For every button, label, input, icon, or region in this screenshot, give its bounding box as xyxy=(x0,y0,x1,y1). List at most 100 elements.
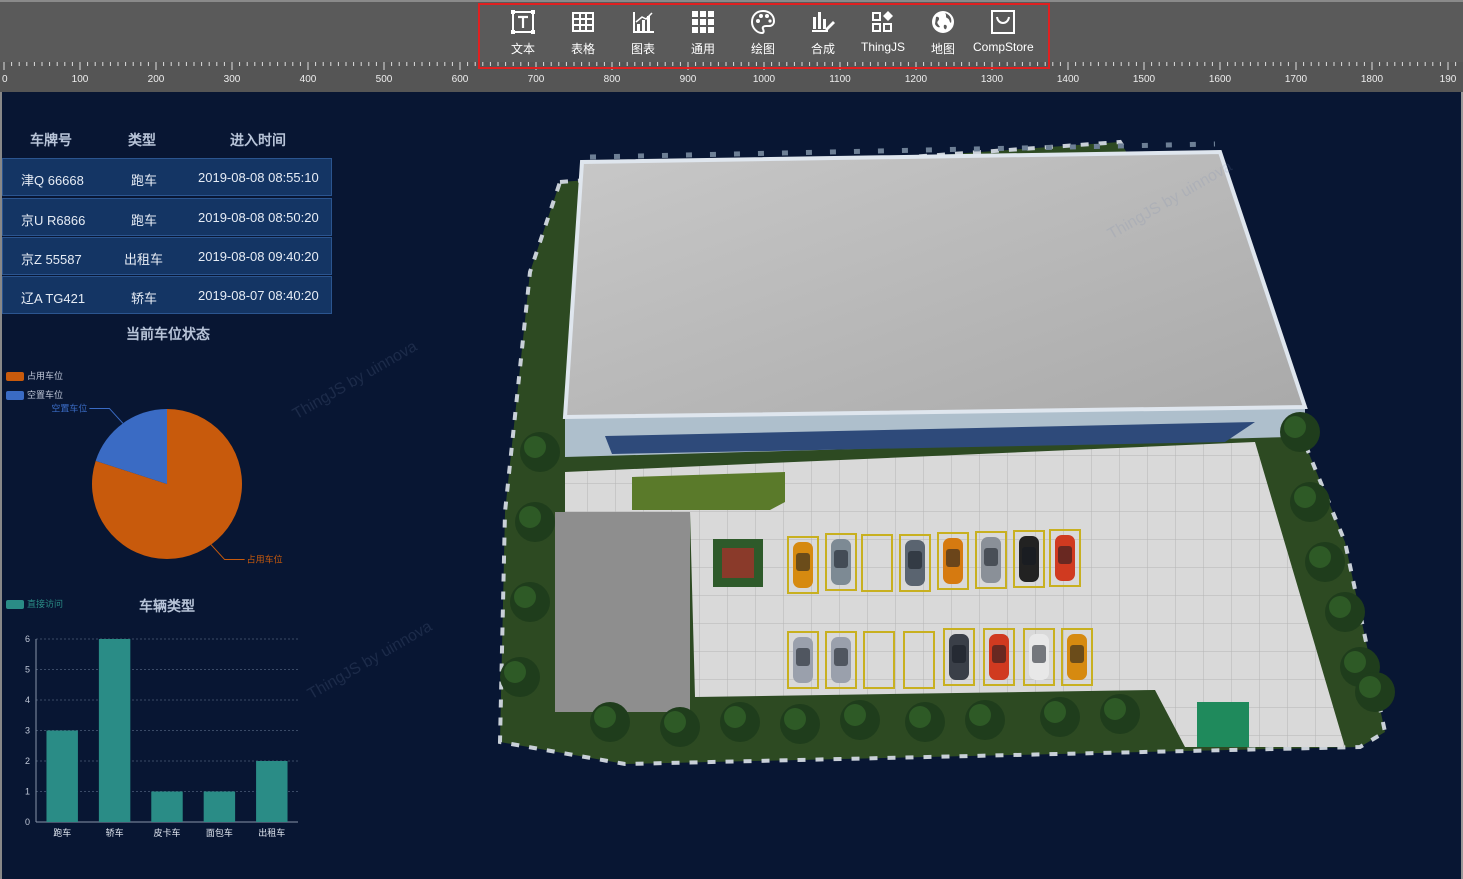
table-icon xyxy=(572,12,594,32)
tree-highlight xyxy=(1104,698,1126,720)
table-header-type: 类型 xyxy=(128,132,156,148)
cell-type: 轿车 xyxy=(131,291,158,306)
cell-type: 跑车 xyxy=(131,213,158,228)
design-canvas[interactable]: ThingJS by uinnova ThingJS by uinnova Th… xyxy=(0,92,1463,879)
toolbar-thingjs-button[interactable]: ThingJS xyxy=(853,7,913,61)
bar[interactable] xyxy=(98,639,131,822)
ruler-label: 1800 xyxy=(1361,74,1384,85)
table-header-plate: 车牌号 xyxy=(30,132,72,148)
car-window xyxy=(952,645,966,663)
y-tick-label: 6 xyxy=(25,634,30,644)
table-header-time: 进入时间 xyxy=(230,132,286,148)
concrete-slab xyxy=(555,512,690,712)
car-window xyxy=(908,551,922,569)
toolbar-text-button[interactable]: 文本 xyxy=(493,7,553,61)
ruler-label: 1600 xyxy=(1209,74,1232,85)
chart-icon xyxy=(633,12,654,33)
y-tick-label: 1 xyxy=(25,787,30,797)
x-tick-label: 轿车 xyxy=(106,827,124,838)
tree-highlight xyxy=(664,711,686,733)
ruler-label: 800 xyxy=(604,74,621,85)
y-tick-label: 5 xyxy=(25,665,30,675)
ruler-label: 1200 xyxy=(905,74,928,85)
toolbar-label: 合成 xyxy=(810,42,835,56)
bar[interactable] xyxy=(46,730,78,823)
toolbar-general-button[interactable]: 通用 xyxy=(673,7,733,61)
cell-plate: 京Z 55587 xyxy=(21,252,82,267)
car-window xyxy=(796,553,810,571)
cell-plate: 京U R6866 xyxy=(21,213,86,228)
bar[interactable] xyxy=(203,791,236,823)
tree-highlight xyxy=(1294,486,1316,508)
cell-time: 2019-08-08 09:40:20 xyxy=(198,249,319,264)
palette-icon xyxy=(750,9,776,35)
tree-highlight xyxy=(1044,701,1066,723)
compose-icon xyxy=(812,12,835,32)
car-window xyxy=(1032,645,1046,663)
table-row[interactable]: 京U R6866 跑车 2019-08-08 08:50:20 xyxy=(2,198,332,236)
ruler-label: 1100 xyxy=(829,74,851,85)
car-window xyxy=(984,548,998,566)
legend-label: 直接访问 xyxy=(27,599,64,609)
legend-label: 占用车位 xyxy=(27,371,64,381)
y-tick-label: 0 xyxy=(25,817,30,827)
car-window xyxy=(1070,645,1084,663)
x-tick-label: 跑车 xyxy=(53,827,71,838)
tree-highlight xyxy=(844,704,866,726)
shapes-icon xyxy=(872,11,893,32)
tree-highlight xyxy=(514,586,536,608)
pie-slice-label: 空置车位 xyxy=(51,402,87,413)
toolbar-draw-button[interactable]: 绘图 xyxy=(733,7,793,61)
x-tick-label: 皮卡车 xyxy=(153,827,180,838)
table-row[interactable]: 津Q 66668 跑车 2019-08-08 08:55:10 xyxy=(2,158,332,196)
tree-highlight xyxy=(524,436,546,458)
ruler-label: 300 xyxy=(224,74,241,85)
ruler-label: 1500 xyxy=(1133,74,1156,85)
ruler-label: 500 xyxy=(376,74,393,85)
car-window xyxy=(992,645,1006,663)
tree-highlight xyxy=(909,706,931,728)
bar[interactable] xyxy=(151,791,183,823)
status-chart-title: 当前车位状态 xyxy=(126,326,210,342)
tree-highlight xyxy=(1359,676,1381,698)
table-row[interactable]: 辽A TG421 轿车 2019-08-07 08:40:20 xyxy=(2,276,332,314)
car-window xyxy=(946,549,960,567)
cell-plate: 辽A TG421 xyxy=(21,291,86,306)
tree-highlight xyxy=(504,661,526,683)
toolbar-label: 表格 xyxy=(570,42,595,56)
status-pie-chart[interactable]: 占用车位 空置车位 xyxy=(40,397,340,577)
y-tick-label: 2 xyxy=(25,756,30,766)
legend-direct[interactable]: 直接访问 xyxy=(6,597,63,610)
cell-type: 跑车 xyxy=(131,173,158,188)
tree-highlight xyxy=(1309,546,1331,568)
car-window xyxy=(834,648,848,666)
tree-highlight xyxy=(1344,651,1366,673)
pie-slice-label: 占用车位 xyxy=(247,554,283,565)
toolbar-compstore-button[interactable]: CompStore xyxy=(973,7,1034,61)
pie-label-line xyxy=(210,544,245,561)
toolbar-chart-button[interactable]: 图表 xyxy=(613,7,673,61)
cell-time: 2019-08-07 08:40:20 xyxy=(198,288,319,303)
table-row[interactable]: 京Z 55587 出租车 2019-08-08 09:40:20 xyxy=(2,237,332,275)
toolbar-label: 文本 xyxy=(510,42,535,56)
vehicle-type-bar-chart[interactable]: 0 1 2 3 4 5 6 跑车 轿车 皮卡车 面包车 出租车 xyxy=(0,622,320,842)
ruler-label: 0 xyxy=(2,74,8,85)
ruler-label: 400 xyxy=(300,74,317,85)
tree-highlight xyxy=(1284,416,1306,438)
x-tick-label: 出租车 xyxy=(258,827,285,838)
cell-time: 2019-08-08 08:55:10 xyxy=(198,170,319,185)
tree-highlight xyxy=(1329,596,1351,618)
toolbar-label: 通用 xyxy=(690,42,715,56)
hedge xyxy=(632,472,785,510)
bar[interactable] xyxy=(256,761,288,822)
toolbar-label: CompStore xyxy=(973,40,1034,54)
legend-occupied[interactable]: 占用车位 xyxy=(6,369,63,382)
toolbar-map-button[interactable]: 地图 xyxy=(913,7,973,61)
tree-highlight xyxy=(784,708,806,730)
toolbar-compose-button[interactable]: 合成 xyxy=(793,7,853,61)
toolbar-table-button[interactable]: 表格 xyxy=(553,7,613,61)
y-tick-label: 3 xyxy=(25,726,30,736)
ruler-label: 100 xyxy=(72,74,89,85)
pie-label-line xyxy=(89,407,124,424)
tree-highlight xyxy=(594,706,616,728)
